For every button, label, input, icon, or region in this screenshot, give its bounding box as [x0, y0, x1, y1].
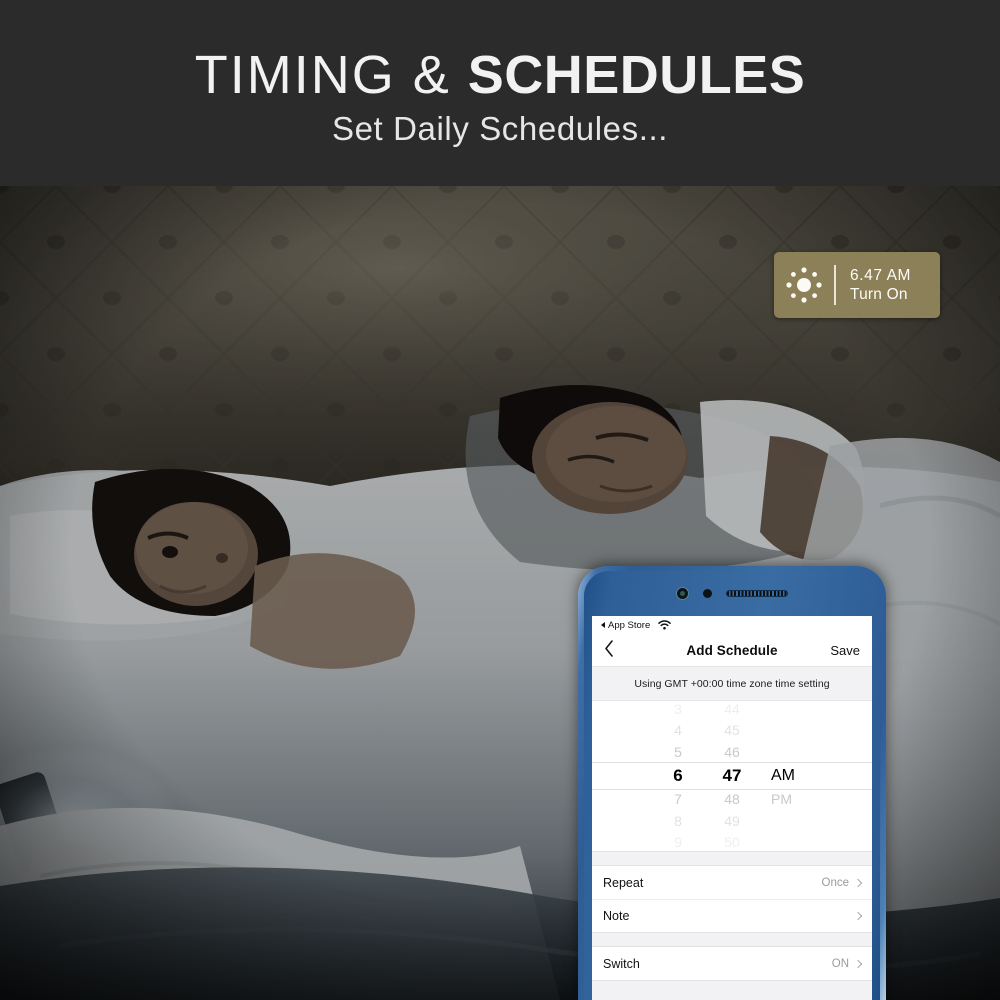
- minute-column[interactable]: 44 45 46 47 48 49 50: [705, 699, 759, 854]
- page-root: TIMING & SCHEDULES Set Daily Schedules..…: [0, 0, 1000, 1000]
- save-button[interactable]: Save: [826, 643, 860, 658]
- screen-title: Add Schedule: [686, 642, 778, 658]
- phone-top-bezel: [588, 575, 876, 611]
- hour-option[interactable]: 4: [651, 720, 705, 742]
- picker-selection-line-bottom: [592, 789, 872, 790]
- badge-text: 6.47 AM Turn On: [836, 266, 911, 304]
- proximity-sensor-icon: [703, 588, 712, 598]
- settings-group-switch: Switch ON: [592, 947, 872, 980]
- chevron-right-icon: [853, 878, 863, 887]
- page-title-bold: SCHEDULES: [467, 45, 806, 105]
- row-note-right: [849, 911, 863, 921]
- phone-mockup: App Store Add Schedule Save Using GMT +0…: [578, 566, 886, 1000]
- wifi-icon-glyph: [658, 620, 671, 630]
- minute-option[interactable]: 46: [705, 742, 759, 764]
- row-repeat-right: Once: [821, 876, 863, 889]
- hour-option[interactable]: 3: [651, 699, 705, 721]
- timezone-note: Using GMT +00:00 time zone time setting: [592, 667, 872, 701]
- meridiem-option-selected[interactable]: AM: [771, 763, 819, 789]
- back-triangle-icon: [601, 622, 605, 628]
- meridiem-spacer: [771, 699, 819, 721]
- hour-option[interactable]: 9: [651, 832, 705, 854]
- row-note-label: Note: [603, 909, 630, 923]
- picker-selection-line-top: [592, 762, 872, 763]
- status-bar: App Store: [592, 616, 872, 634]
- badge-time: 6.47 AM: [850, 267, 912, 284]
- meridiem-option[interactable]: PM: [771, 789, 819, 811]
- page-subtitle: Set Daily Schedules...: [331, 110, 669, 147]
- minute-option[interactable]: 45: [705, 720, 759, 742]
- row-switch-value: ON: [831, 957, 849, 970]
- header-band: TIMING & SCHEDULES Set Daily Schedules..…: [0, 0, 1000, 186]
- front-camera-icon: [676, 586, 689, 600]
- minute-option[interactable]: 44: [705, 699, 759, 721]
- meridiem-spacer: [771, 742, 819, 764]
- settings-group-primary: Repeat Once Note: [592, 866, 872, 932]
- row-repeat-label: Repeat: [603, 875, 644, 890]
- chevron-right-icon: [853, 911, 863, 921]
- row-switch-label: Switch: [603, 956, 640, 971]
- meridiem-spacer: [771, 720, 819, 742]
- minute-option[interactable]: 49: [705, 811, 759, 833]
- page-title-light: TIMING &: [194, 45, 468, 105]
- back-button[interactable]: [604, 639, 638, 661]
- page-title: TIMING & SCHEDULES: [0, 44, 1000, 106]
- wifi-icon: [658, 620, 671, 630]
- row-repeat-value: Once: [821, 876, 850, 889]
- minute-option[interactable]: 48: [705, 789, 759, 811]
- picker-columns: 3 4 5 6 7 8 9 44 45 46 47 48 49 50 AM PM: [592, 699, 872, 854]
- badge-action: Turn On: [850, 286, 908, 303]
- earpiece-speaker-icon: [726, 589, 788, 597]
- hour-option[interactable]: 7: [651, 789, 705, 811]
- section-gap: [592, 932, 872, 947]
- hour-option[interactable]: 8: [651, 811, 705, 833]
- row-switch-right: ON: [831, 957, 863, 970]
- status-back-to-app[interactable]: App Store: [601, 620, 650, 631]
- chevron-right-icon: [853, 959, 863, 968]
- hour-option-selected[interactable]: 6: [651, 763, 705, 789]
- badge-divider: [834, 265, 836, 305]
- minute-option[interactable]: 50: [705, 832, 759, 854]
- minute-option-selected[interactable]: 47: [705, 763, 759, 789]
- status-back-label: App Store: [608, 619, 651, 631]
- phone-screen: App Store Add Schedule Save Using GMT +0…: [592, 616, 872, 1000]
- sun-icon: [774, 252, 834, 318]
- meridiem-spacer: [771, 811, 819, 833]
- meridiem-column[interactable]: AM PM: [759, 699, 819, 854]
- meridiem-spacer: [771, 832, 819, 854]
- row-note[interactable]: Note: [592, 899, 872, 932]
- schedule-badge: 6.47 AM Turn On: [774, 252, 940, 318]
- hour-option[interactable]: 5: [651, 742, 705, 764]
- chevron-left-icon: [605, 639, 613, 657]
- sun-icon-glyph: [786, 267, 822, 303]
- row-repeat[interactable]: Repeat Once: [592, 866, 872, 899]
- hour-column[interactable]: 3 4 5 6 7 8 9: [651, 699, 705, 854]
- nav-bar: Add Schedule Save: [592, 634, 872, 667]
- time-picker[interactable]: 3 4 5 6 7 8 9 44 45 46 47 48 49 50 AM PM: [592, 701, 872, 851]
- row-switch[interactable]: Switch ON: [592, 947, 872, 980]
- screen-bottom-filler: [592, 980, 872, 1000]
